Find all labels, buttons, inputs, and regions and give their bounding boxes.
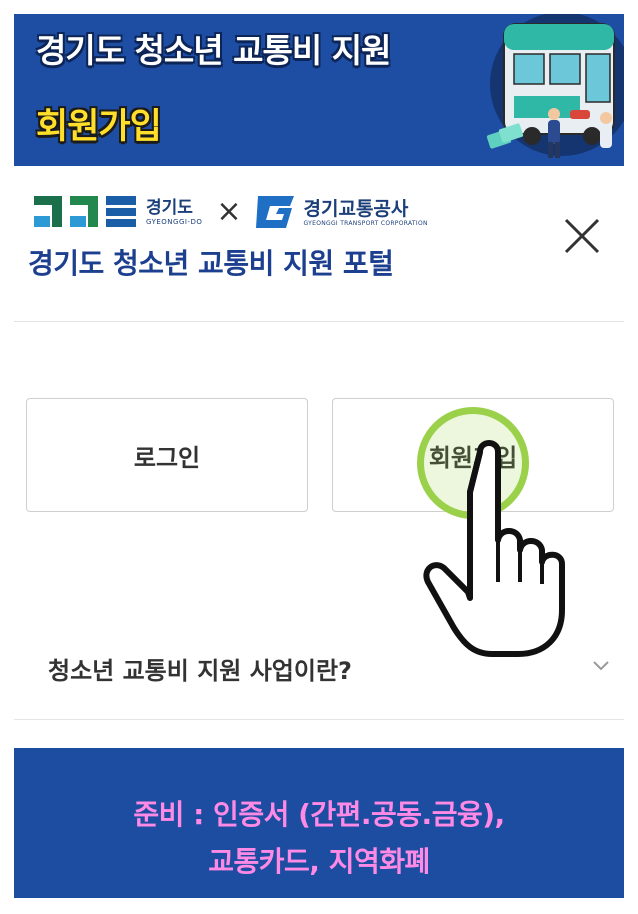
gtc-logo-name: 경기교통공사	[303, 197, 409, 220]
gyeonggi-logo-eng: GYEONGGI-DO	[146, 218, 203, 226]
main-content: 로그인 회원가입 청소년 교통비 지원 사업이란?	[14, 322, 624, 720]
banner-subtitle: 회원가입	[36, 107, 162, 147]
faq-toggle[interactable]: 청소년 교통비 지원 사업이란?	[14, 638, 624, 698]
banner-title: 경기도 청소년 교통비 지원	[36, 31, 391, 70]
gyeonggi-logo-name: 경기도	[146, 198, 193, 218]
faq-label: 청소년 교통비 지원 사업이란?	[48, 656, 352, 685]
pointing-hand-icon	[423, 440, 565, 657]
logo-row: 경기도 GYEONGGI-DO × 경기교통공사 GYEONGGI TRANSP…	[34, 188, 428, 236]
close-icon	[564, 218, 600, 254]
chevron-down-icon	[593, 661, 609, 671]
promo-banner: 경기도 청소년 교통비 지원 회원가입	[14, 14, 624, 166]
times-sign: ×	[216, 194, 242, 229]
bus-icon	[486, 14, 624, 158]
portal-header: 경기도 GYEONGGI-DO × 경기교통공사 GYEONGGI TRANSP…	[14, 166, 624, 322]
login-button[interactable]: 로그인	[26, 398, 308, 512]
gtc-logo-icon	[255, 196, 294, 228]
portal-title: 경기도 청소년 교통비 지원 포털	[28, 247, 394, 280]
close-button[interactable]	[560, 214, 604, 258]
app-frame: 경기도 청소년 교통비 지원 회원가입 경기도 GYEONGGI-DO × 경기…	[0, 0, 638, 914]
notice-line-1: 준비 : 인증서 (간편.공동.금융),	[133, 798, 505, 831]
notice-line-2: 교통카드, 지역화폐	[208, 845, 430, 878]
gyeonggi-logo-icon	[34, 196, 136, 227]
gtc-logo-eng: GYEONGGI TRANSPORT CORPORATION	[303, 219, 428, 227]
preparation-notice: 준비 : 인증서 (간편.공동.금융), 교통카드, 지역화폐	[14, 748, 624, 898]
